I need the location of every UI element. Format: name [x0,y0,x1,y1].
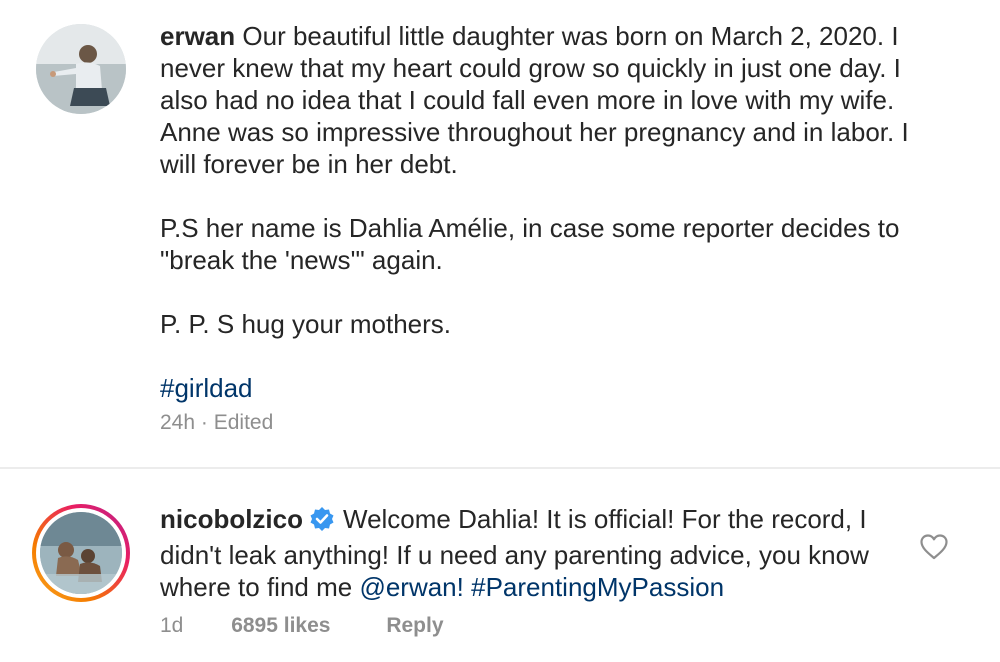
hashtag-parentingmypassion-link[interactable]: #ParentingMyPassion [471,572,724,602]
nicobolzico-comment-body: nicobolzico Welcome Dahlia! It is officia… [160,503,900,603]
nicobolzico-avatar[interactable] [40,512,122,594]
profile-photo-icon [36,24,126,114]
erwan-comment-paragraph-3: P. P. S hug your mothers. [160,309,451,339]
erwan-timestamp: 24h [160,411,196,434]
comment-divider [0,467,1000,469]
erwan-comment-meta: 24h · Edited [160,411,273,435]
erwan-username[interactable]: erwan [160,21,235,51]
verified-badge-icon [309,506,335,539]
edited-label: Edited [213,411,274,434]
erwan-comment-paragraph-1: Our beautiful little daughter was born o… [160,21,909,179]
erwan-avatar[interactable] [36,24,126,114]
reply-button[interactable]: Reply [386,614,443,637]
like-button[interactable] [918,531,950,563]
meta-separator: · [200,411,208,434]
heart-outline-icon [920,534,948,560]
nicobolzico-timestamp: 1d [160,614,184,637]
erwan-comment-paragraph-2: P.S her name is Dahlia Amélie, in case s… [160,213,900,275]
profile-photo-icon [40,512,122,594]
nicobolzico-avatar-story-ring[interactable] [32,504,130,602]
hashtag-girldad-link[interactable]: #girldad [160,372,940,404]
likes-count-link[interactable]: 6895 likes [231,614,330,637]
erwan-comment-body: erwan Our beautiful little daughter was … [160,20,940,404]
nicobolzico-comment-meta: 1d 6895 likes Reply [160,614,444,638]
nicobolzico-username[interactable]: nicobolzico [160,504,303,534]
mention-erwan-link[interactable]: @erwan! [359,572,463,602]
